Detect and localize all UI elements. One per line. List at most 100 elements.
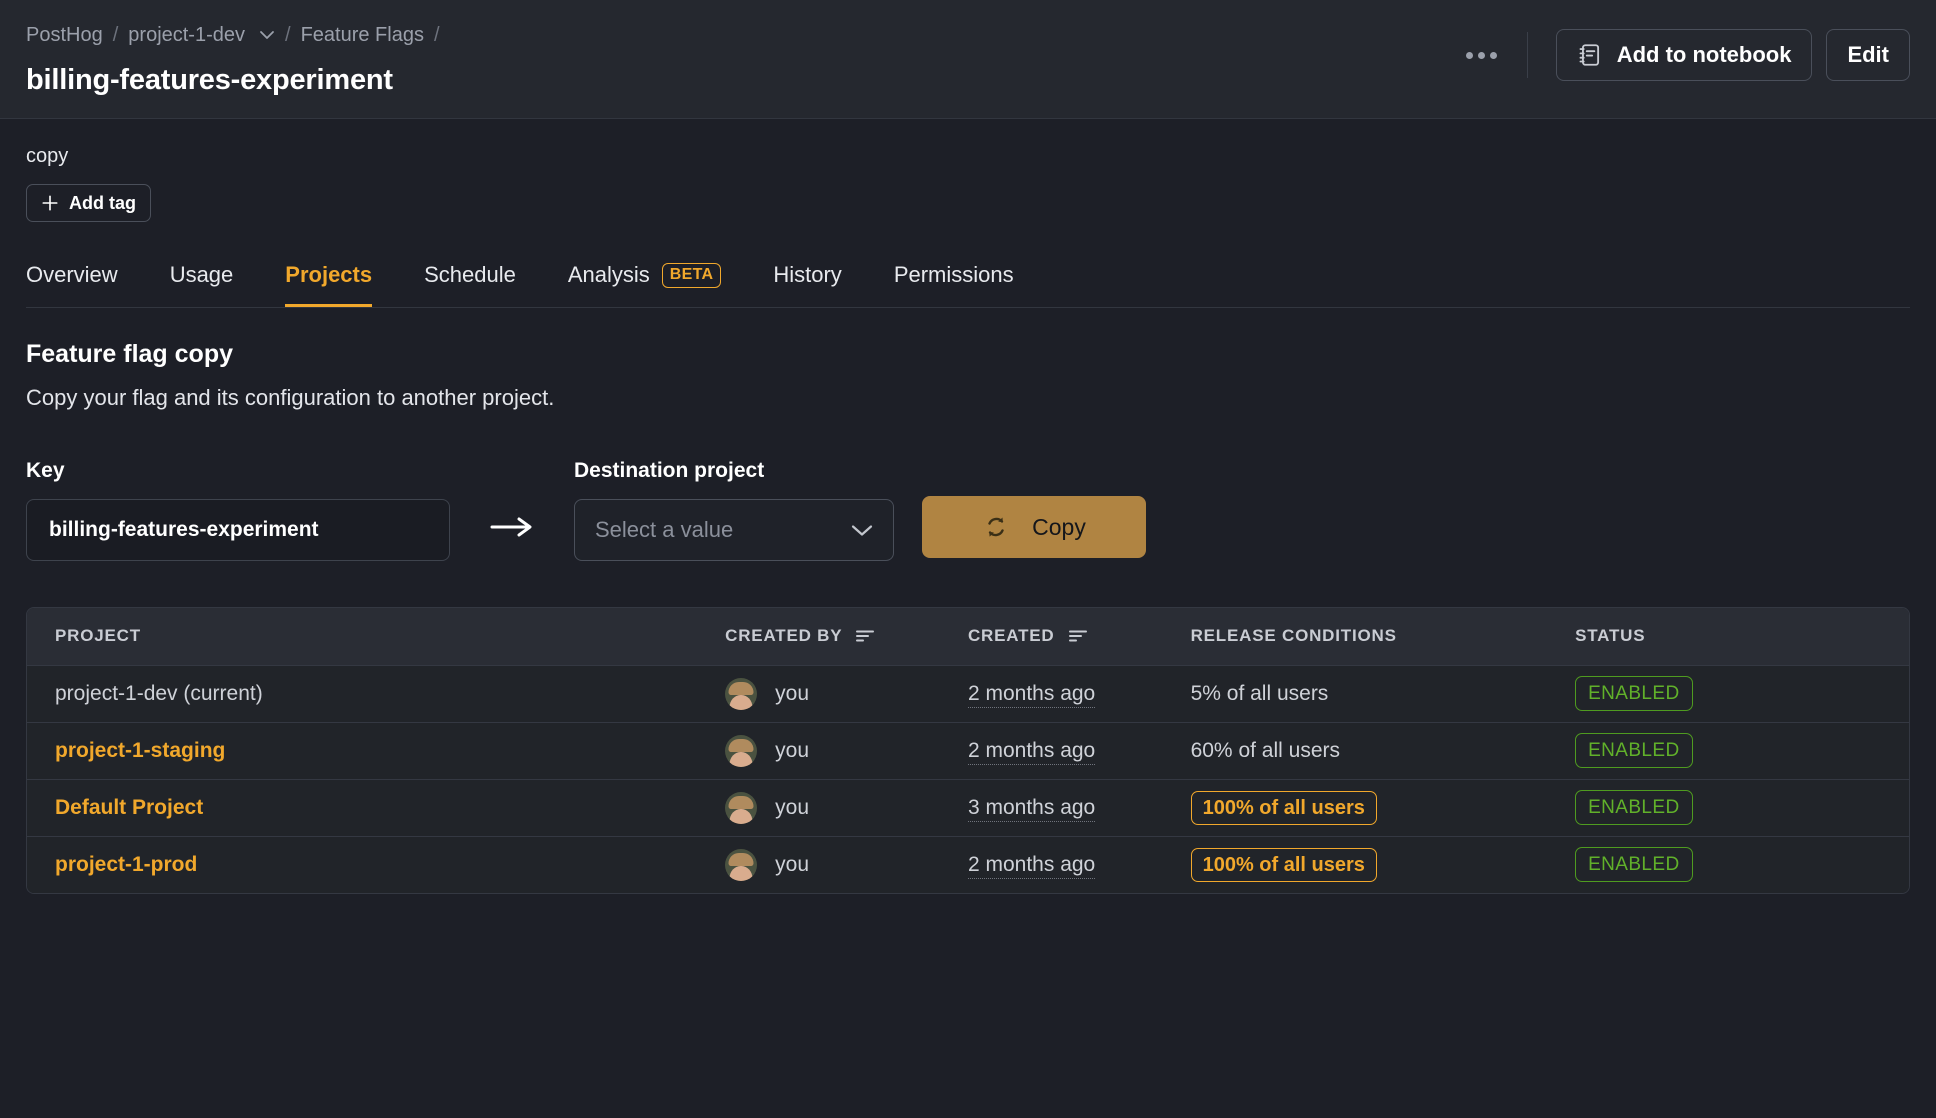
tab-history-label: History xyxy=(773,262,842,287)
sync-icon xyxy=(982,513,1010,541)
section-description: Copy your flag and its configuration to … xyxy=(26,385,555,410)
created-by-name: you xyxy=(775,852,810,876)
status-badge: ENABLED xyxy=(1575,847,1693,883)
tab-overview[interactable]: Overview xyxy=(26,254,118,307)
tab-usage-label: Usage xyxy=(169,262,234,287)
chevron-down-icon[interactable] xyxy=(259,30,275,40)
cell-release-conditions: 60% of all users xyxy=(1190,722,1576,780)
avatar-hair xyxy=(728,681,754,695)
breadcrumb-separator-2: / xyxy=(285,23,291,46)
cell-created: 2 months ago xyxy=(967,665,1191,723)
header-left: PostHog / project-1-dev / Feature Flags … xyxy=(26,18,440,118)
created-timestamp[interactable]: 2 months ago xyxy=(967,852,1096,879)
created-timestamp[interactable]: 2 months ago xyxy=(967,681,1096,708)
release-condition: 60% of all users xyxy=(1190,738,1340,762)
breadcrumb-separator-3: / xyxy=(433,23,440,46)
table-row[interactable]: project-1-prod you 2 months ago 100% of … xyxy=(27,836,1909,893)
project-name[interactable]: project-1-prod xyxy=(55,853,197,876)
cell-created: 3 months ago xyxy=(967,779,1191,837)
release-condition: 100% of all users xyxy=(1190,790,1377,825)
tab-schedule[interactable]: Schedule xyxy=(424,254,516,307)
key-field-group: Key xyxy=(26,459,450,561)
cell-created-by: you xyxy=(725,779,968,837)
table-row[interactable]: project-1-dev (current) you 2 months ago… xyxy=(27,665,1909,723)
tab-analysis[interactable]: Analysis BETA xyxy=(568,254,722,307)
destination-project-select[interactable]: Select a value xyxy=(574,499,894,561)
cell-created: 2 months ago xyxy=(967,836,1191,893)
release-condition: 5% of all users xyxy=(1190,681,1329,705)
header-divider xyxy=(1526,32,1528,78)
column-header-status[interactable]: STATUS xyxy=(1575,608,1909,666)
avatar-hair xyxy=(728,738,754,752)
tab-permissions[interactable]: Permissions xyxy=(894,254,1014,307)
add-to-notebook-label: Add to notebook xyxy=(1616,42,1792,67)
avatar-face xyxy=(729,694,753,710)
tab-projects-label: Projects xyxy=(285,262,373,287)
table-row[interactable]: project-1-staging you 2 months ago 60% o… xyxy=(27,722,1909,780)
breadcrumb-separator: / xyxy=(112,23,119,46)
dot-3 xyxy=(1490,51,1498,59)
flag-tag-text: copy xyxy=(26,145,69,167)
page-body: copy Add tag Overview Usage Projects Sch… xyxy=(0,119,1936,894)
column-header-created-by[interactable]: CREATED BY xyxy=(725,608,968,666)
tab-projects[interactable]: Projects xyxy=(285,254,373,307)
breadcrumb-item-posthog[interactable]: PostHog xyxy=(26,24,103,47)
release-condition: 100% of all users xyxy=(1190,847,1377,882)
tab-permissions-label: Permissions xyxy=(893,262,1014,287)
add-to-notebook-button[interactable]: Add to notebook xyxy=(1555,29,1813,81)
cell-status: ENABLED xyxy=(1575,779,1909,837)
add-tag-label: Add tag xyxy=(69,192,136,213)
tab-history[interactable]: History xyxy=(773,254,841,307)
cell-created-by: you xyxy=(725,836,968,893)
tab-bar: Overview Usage Projects Schedule Analysi… xyxy=(26,254,1910,308)
cell-release-conditions: 5% of all users xyxy=(1190,665,1576,723)
column-header-project[interactable]: PROJECT xyxy=(27,608,726,666)
table-row[interactable]: Default Project you 3 months ago 100% of… xyxy=(27,779,1909,837)
tag-section: copy Add tag xyxy=(26,119,1910,222)
breadcrumb-item-feature-flags[interactable]: Feature Flags xyxy=(301,24,424,47)
destination-label: Destination project xyxy=(574,459,765,482)
sort-icon[interactable] xyxy=(856,629,876,643)
dot-2 xyxy=(1478,51,1486,59)
status-badge: ENABLED xyxy=(1575,676,1693,711)
created-timestamp[interactable]: 3 months ago xyxy=(967,795,1096,822)
dot-1 xyxy=(1466,51,1474,59)
chevron-down-icon xyxy=(851,524,873,537)
key-label: Key xyxy=(26,459,65,482)
avatar xyxy=(725,848,758,881)
cell-status: ENABLED xyxy=(1575,836,1909,893)
project-name[interactable]: Default Project xyxy=(55,796,203,819)
tab-overview-label: Overview xyxy=(26,262,118,287)
project-name[interactable]: project-1-staging xyxy=(55,739,225,762)
avatar-face xyxy=(729,866,753,881)
copy-form: Key Destination project Select a value xyxy=(26,459,1910,561)
add-tag-button[interactable]: Add tag xyxy=(26,184,151,222)
created-by-name: you xyxy=(775,738,810,762)
tab-usage[interactable]: Usage xyxy=(170,254,234,307)
page-title: billing-features-experiment xyxy=(26,64,393,96)
status-badge: ENABLED xyxy=(1575,790,1693,825)
sort-icon[interactable] xyxy=(1068,629,1089,643)
edit-button[interactable]: Edit xyxy=(1826,29,1910,81)
avatar xyxy=(725,677,758,710)
breadcrumb-item-project[interactable]: project-1-dev xyxy=(128,24,245,47)
column-header-release-conditions[interactable]: RELEASE CONDITIONS xyxy=(1190,608,1576,666)
key-input[interactable] xyxy=(26,499,450,561)
column-header-project-label: PROJECT xyxy=(55,626,141,646)
table-header-row: PROJECT CREATED BY CREATED RELEASE CONDI… xyxy=(27,608,1909,666)
avatar-face xyxy=(729,808,753,824)
cell-release-conditions: 100% of all users xyxy=(1190,836,1576,893)
destination-select-placeholder: Select a value xyxy=(595,517,734,542)
cell-created-by: you xyxy=(725,722,968,780)
more-options-button[interactable] xyxy=(1459,36,1505,74)
cell-status: ENABLED xyxy=(1575,722,1909,780)
cell-status: ENABLED xyxy=(1575,665,1909,723)
plus-icon xyxy=(41,194,59,212)
column-header-created[interactable]: CREATED xyxy=(967,608,1191,666)
created-by-name: you xyxy=(775,681,810,705)
created-timestamp[interactable]: 2 months ago xyxy=(967,738,1096,765)
cell-release-conditions: 100% of all users xyxy=(1190,779,1576,837)
notebook-icon xyxy=(1577,42,1603,68)
copy-button[interactable]: Copy xyxy=(922,496,1146,558)
avatar xyxy=(725,791,758,824)
